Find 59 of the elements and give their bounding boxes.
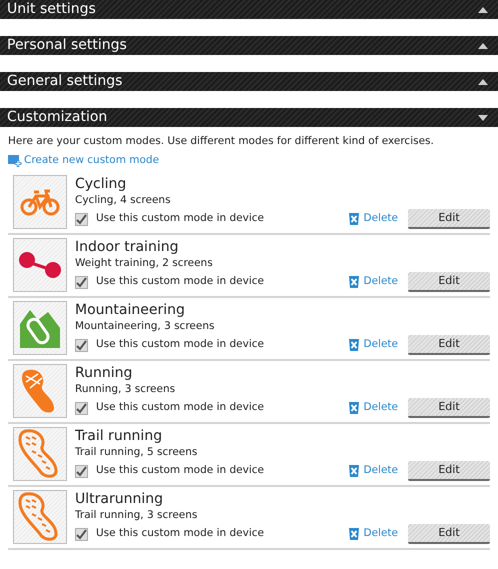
delete-link[interactable]: Delete — [364, 463, 398, 480]
edit-button[interactable]: Edit — [408, 272, 490, 292]
mode-name: Indoor training — [75, 238, 180, 256]
checkbox[interactable] — [75, 338, 88, 352]
edit-button[interactable]: Edit — [408, 461, 490, 482]
section-header[interactable]: Customization — [0, 108, 498, 127]
checkbox-label: Use this custom mode in device — [96, 400, 265, 416]
delete-link[interactable]: Delete — [364, 274, 398, 290]
delete-icon — [348, 212, 360, 226]
checkbox[interactable] — [75, 402, 88, 415]
mode-name: Ultrarunning — [75, 490, 164, 508]
mode-details: Cycling, 4 screens — [75, 193, 172, 208]
delete-icon — [348, 527, 360, 542]
delete-link[interactable]: Delete — [364, 211, 398, 228]
mode-name: Running — [75, 364, 134, 382]
create-mode-link[interactable]: Create new custom mode — [24, 153, 160, 169]
mode-details: Trail running, 5 screens — [75, 445, 198, 460]
delete-link[interactable]: Delete — [364, 400, 398, 416]
delete-link[interactable]: Delete — [364, 337, 398, 354]
checkbox-label: Use this custom mode in device — [96, 211, 265, 226]
expand-triangle-icon[interactable] — [478, 6, 488, 12]
checkbox[interactable] — [75, 276, 88, 289]
checkbox-label: Use this custom mode in device — [96, 274, 265, 290]
checkbox-label: Use this custom mode in device — [96, 463, 265, 478]
bicycle-icon — [20, 188, 60, 216]
checkbox-label: Use this custom mode in device — [96, 337, 265, 352]
expand-triangle-icon[interactable] — [478, 78, 488, 84]
mode-details: Trail running, 3 screens — [75, 508, 198, 522]
mode-details: Weight training, 2 screens — [75, 256, 214, 270]
delete-icon — [348, 275, 360, 290]
delete-icon — [348, 401, 360, 416]
section-header[interactable]: General settings — [0, 72, 498, 91]
checkbox-label: Use this custom mode in device — [96, 526, 265, 542]
description-text: Here are your custom modes. Use different modes for different kind of exercises. — [7, 134, 435, 148]
edit-button[interactable]: Edit — [408, 524, 490, 544]
mode-name: Cycling — [75, 175, 128, 194]
delete-icon — [348, 338, 360, 352]
checkbox[interactable] — [75, 528, 88, 541]
dumbbell-icon — [18, 252, 62, 278]
delete-icon — [348, 464, 360, 478]
section-header[interactable]: Personal settings — [0, 36, 498, 55]
checkbox[interactable] — [75, 464, 88, 478]
delete-link[interactable]: Delete — [364, 526, 398, 542]
section-title: Unit settings — [7, 0, 96, 19]
checkbox[interactable] — [75, 212, 88, 226]
mode-details: Mountaineering, 3 screens — [75, 319, 216, 334]
edit-button[interactable]: Edit — [408, 398, 490, 418]
section-header[interactable]: Unit settings — [0, 0, 498, 19]
edit-button[interactable]: Edit — [408, 209, 490, 230]
section-title: General settings — [7, 72, 122, 91]
collapse-triangle-icon[interactable] — [478, 114, 488, 120]
mode-name: Trail running — [75, 427, 164, 446]
section-title: Personal settings — [7, 36, 127, 55]
add-icon — [8, 154, 22, 168]
edit-button[interactable]: Edit — [408, 335, 490, 356]
expand-triangle-icon[interactable] — [478, 42, 488, 48]
mode-name: Mountaineering — [75, 301, 186, 320]
section-title: Customization — [7, 108, 108, 127]
mode-details: Running, 3 screens — [75, 382, 176, 396]
